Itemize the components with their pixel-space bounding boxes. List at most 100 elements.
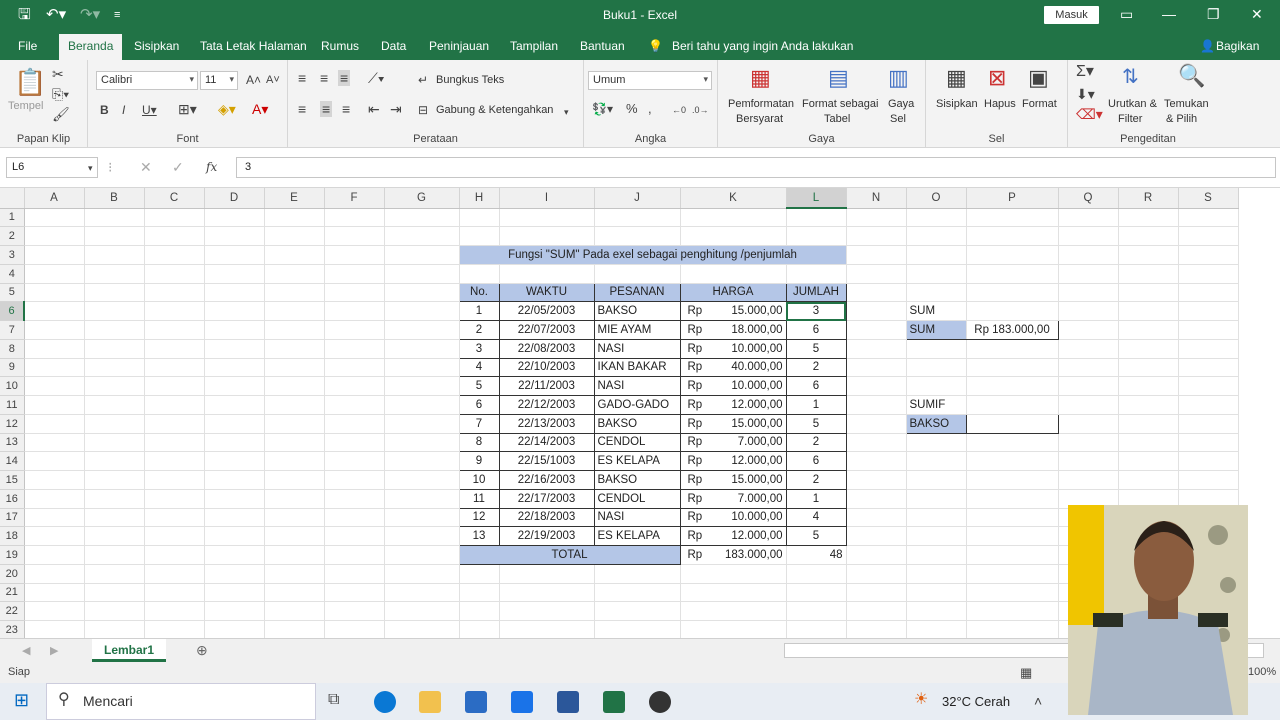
- cell[interactable]: [84, 208, 145, 228]
- cell[interactable]: [84, 489, 145, 509]
- cell-no[interactable]: 1: [458, 301, 500, 321]
- tab-insert[interactable]: Sisipkan: [134, 39, 179, 53]
- col-header-d[interactable]: D: [204, 188, 265, 209]
- cell[interactable]: [204, 433, 265, 453]
- cell[interactable]: [24, 395, 85, 415]
- cell-pesanan[interactable]: NASI: [593, 338, 681, 359]
- paste-icon[interactable]: 📋: [14, 68, 46, 96]
- cell[interactable]: [966, 508, 1059, 528]
- cell[interactable]: [966, 395, 1059, 415]
- currency-icon[interactable]: 💱▾: [592, 101, 613, 117]
- cell[interactable]: [144, 395, 205, 415]
- cell[interactable]: [1178, 470, 1239, 490]
- cell[interactable]: [324, 376, 385, 396]
- orientation-icon[interactable]: ⟋▾: [368, 70, 385, 86]
- cell[interactable]: [1178, 395, 1239, 415]
- cell[interactable]: [264, 470, 325, 490]
- tray-chevron-icon[interactable]: ˄: [1034, 693, 1042, 709]
- cell[interactable]: [24, 358, 85, 378]
- cell[interactable]: [1118, 376, 1179, 396]
- cell[interactable]: [846, 395, 907, 415]
- cell[interactable]: [680, 264, 787, 284]
- percent-icon[interactable]: %: [626, 101, 638, 117]
- clear-icon[interactable]: ⌫▾: [1076, 106, 1103, 122]
- cell[interactable]: [24, 433, 85, 453]
- cell-no[interactable]: 5: [458, 376, 500, 396]
- cell[interactable]: [1058, 226, 1119, 246]
- row-header[interactable]: 7: [0, 320, 25, 340]
- cell[interactable]: [324, 414, 385, 434]
- cell[interactable]: [906, 508, 967, 528]
- cell[interactable]: [324, 395, 385, 415]
- sum-value[interactable]: Rp 183.000,00: [965, 320, 1059, 340]
- format-table-button[interactable]: Format sebagai: [802, 98, 878, 110]
- cell[interactable]: [204, 583, 265, 603]
- cell-no[interactable]: 9: [458, 451, 500, 471]
- cell[interactable]: [264, 583, 325, 603]
- cell-harga[interactable]: Rp 7.000,00: [679, 488, 787, 509]
- cell[interactable]: [144, 508, 205, 528]
- cell[interactable]: [680, 226, 787, 246]
- cell[interactable]: [384, 433, 460, 453]
- cell[interactable]: [24, 583, 85, 603]
- cell[interactable]: [594, 226, 681, 246]
- cell[interactable]: [906, 339, 967, 359]
- cell[interactable]: [1178, 264, 1239, 284]
- cell-pesanan[interactable]: NASI: [593, 507, 681, 528]
- cell[interactable]: [84, 339, 145, 359]
- cell-harga[interactable]: Rp 15.000,00: [679, 470, 787, 490]
- cell[interactable]: [264, 395, 325, 415]
- cell[interactable]: [144, 620, 205, 638]
- cell-harga[interactable]: Rp 18.000,00: [679, 320, 787, 340]
- cell[interactable]: [594, 264, 681, 284]
- cell[interactable]: [786, 264, 847, 284]
- conditional-format-icon[interactable]: ▦: [750, 66, 771, 90]
- increase-font-icon[interactable]: A˄: [246, 72, 261, 88]
- align-right-icon[interactable]: ≡: [342, 101, 350, 117]
- cell[interactable]: [1178, 320, 1239, 340]
- cell[interactable]: [1178, 283, 1239, 303]
- cell[interactable]: [846, 545, 907, 565]
- cell-jumlah[interactable]: 1: [785, 488, 847, 509]
- cell-pesanan[interactable]: ES KELAPA: [593, 451, 681, 471]
- cell[interactable]: [264, 620, 325, 638]
- decrease-font-icon[interactable]: A˅: [266, 72, 280, 88]
- increase-decimal-icon[interactable]: ←0: [672, 102, 686, 118]
- minimize-button[interactable]: —: [1162, 6, 1176, 22]
- cell[interactable]: [680, 601, 787, 621]
- increase-indent-icon[interactable]: ⇥: [390, 101, 402, 117]
- tab-data[interactable]: Data: [381, 39, 406, 53]
- format-painter-icon[interactable]: 🖌: [52, 106, 70, 122]
- cell[interactable]: [84, 526, 145, 546]
- close-button[interactable]: ✕: [1251, 6, 1263, 22]
- cell[interactable]: [499, 583, 595, 603]
- cell[interactable]: [204, 226, 265, 246]
- cell[interactable]: [1118, 339, 1179, 359]
- cell[interactable]: [499, 564, 595, 584]
- cell[interactable]: [384, 376, 460, 396]
- cell[interactable]: [264, 508, 325, 528]
- cell[interactable]: [846, 451, 907, 471]
- cell[interactable]: [384, 545, 460, 565]
- cell-pesanan[interactable]: CENDOL: [593, 488, 681, 509]
- sumif-label[interactable]: SUMIF: [906, 395, 967, 415]
- mail-icon[interactable]: [511, 691, 533, 713]
- cell-waktu[interactable]: 22/18/2003: [498, 507, 595, 528]
- cell[interactable]: [1118, 283, 1179, 303]
- cell[interactable]: [459, 564, 500, 584]
- cell[interactable]: [384, 470, 460, 490]
- row-header[interactable]: 17: [0, 508, 25, 528]
- cell[interactable]: [204, 283, 265, 303]
- cell-waktu[interactable]: 22/14/2003: [498, 432, 595, 453]
- cell[interactable]: [324, 264, 385, 284]
- cell-waktu[interactable]: 22/07/2003: [498, 320, 595, 340]
- cell[interactable]: [966, 283, 1059, 303]
- cell-jumlah[interactable]: 6: [785, 451, 847, 471]
- cell[interactable]: [84, 470, 145, 490]
- cell[interactable]: [846, 470, 907, 490]
- cell[interactable]: [24, 320, 85, 340]
- cell[interactable]: [1058, 320, 1119, 340]
- cell[interactable]: [324, 470, 385, 490]
- cell[interactable]: [1058, 301, 1119, 321]
- cell-pesanan[interactable]: MIE AYAM: [593, 320, 681, 340]
